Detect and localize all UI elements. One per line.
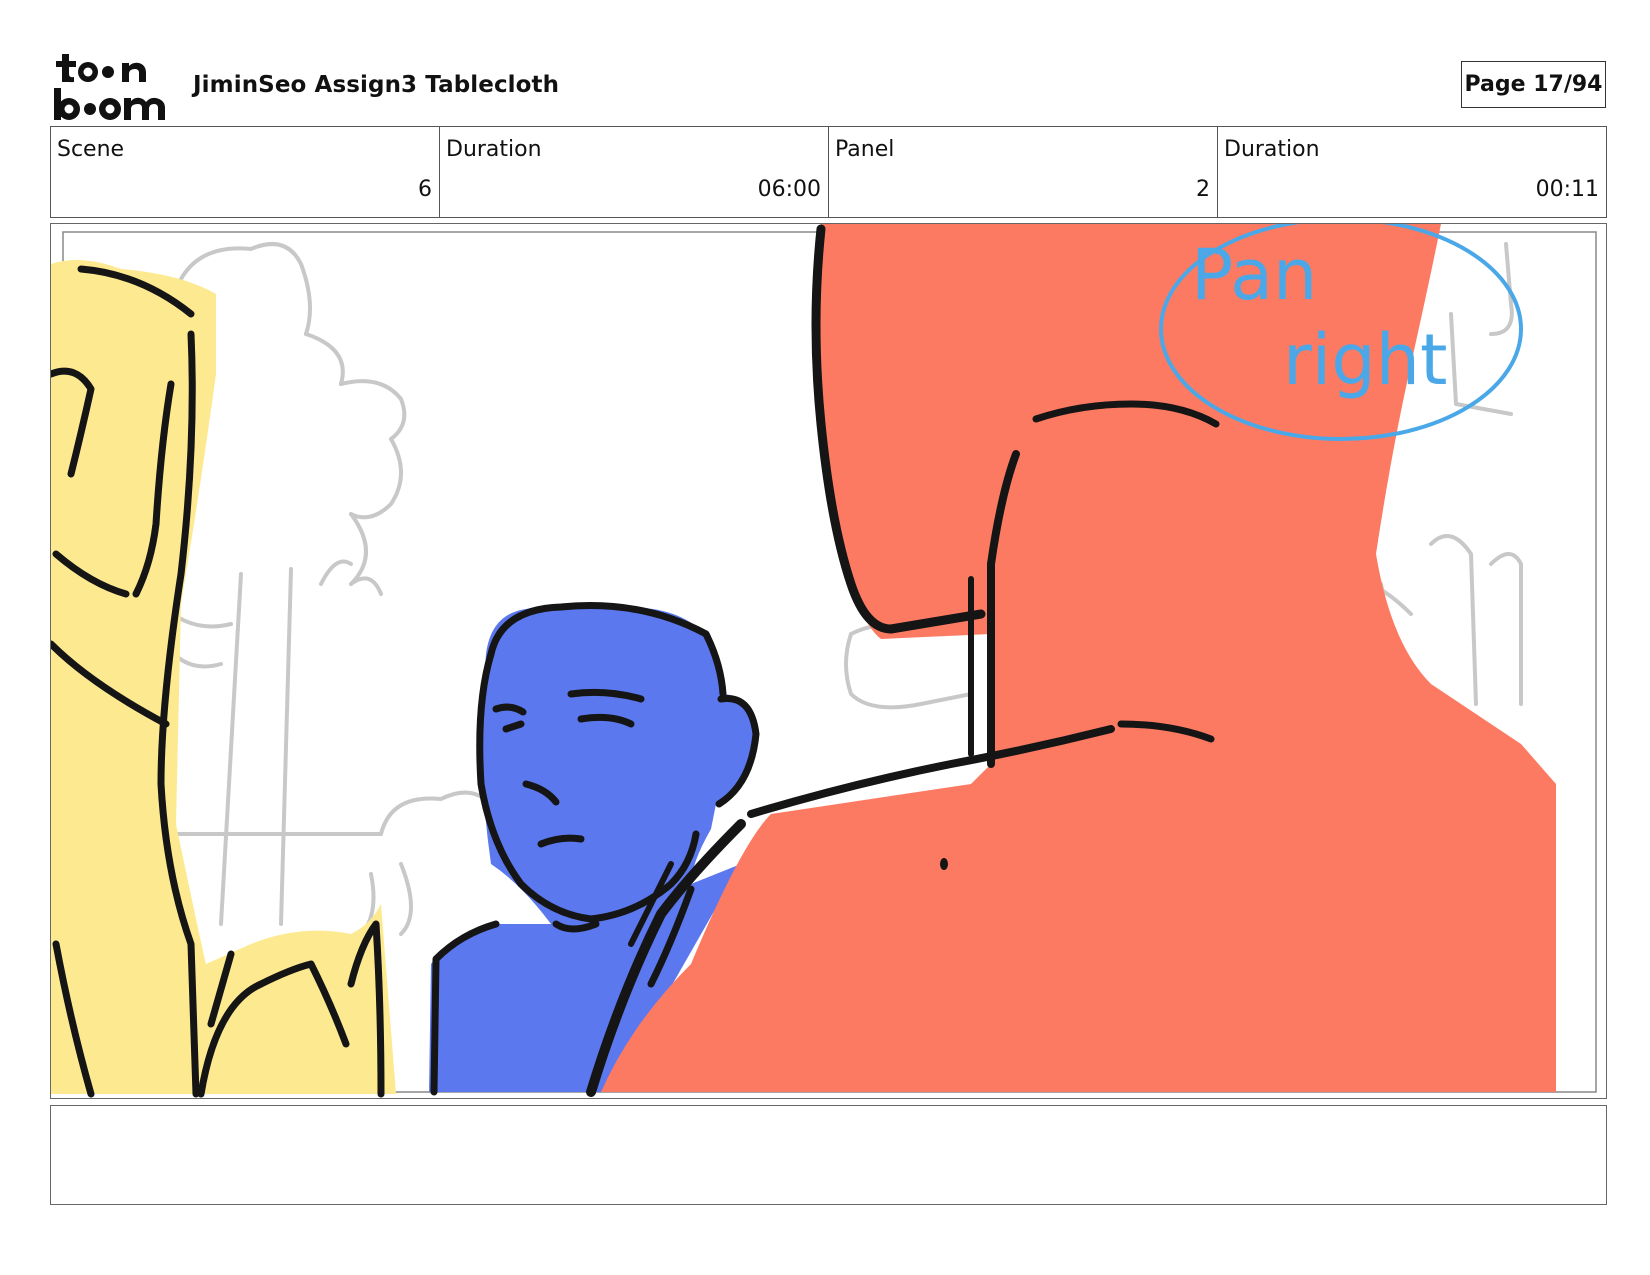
panel-duration-value: 00:11: [1535, 177, 1599, 202]
panel-drawing: Pan right: [51, 224, 1597, 1098]
panel-label: Panel: [835, 137, 895, 162]
panel-duration-label: Duration: [1224, 137, 1320, 162]
annotation-line2: right: [1283, 319, 1447, 401]
annotation-line1: Pan: [1191, 234, 1317, 316]
panel-notes-box: [50, 1105, 1607, 1205]
scene-info-table: Scene 6 Duration 06:00 Panel 2 Duration …: [50, 126, 1607, 218]
scene-value: 6: [418, 177, 432, 202]
panel-duration-cell: Duration 00:11: [1218, 127, 1606, 217]
scene-cell: Scene 6: [51, 127, 440, 217]
scene-duration-label: Duration: [446, 137, 542, 162]
panel-cell: Panel 2: [829, 127, 1218, 217]
scene-duration-value: 06:00: [757, 177, 821, 202]
storyboard-panel: Pan right: [50, 223, 1607, 1099]
scene-label: Scene: [57, 137, 125, 162]
page-indicator: Page 17/94: [1461, 61, 1606, 108]
toon-boom-logo: [52, 50, 170, 122]
document-title: JiminSeo Assign3 Tablecloth: [193, 72, 560, 98]
panel-value: 2: [1196, 177, 1210, 202]
scene-duration-cell: Duration 06:00: [440, 127, 829, 217]
